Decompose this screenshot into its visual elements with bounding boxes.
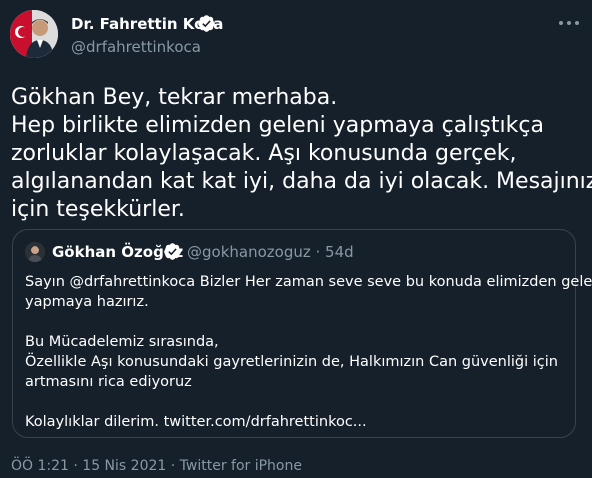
tweet-text: Gökhan Bey, tekrar merhaba. Hep birlikte…: [11, 84, 592, 224]
quote-avatar[interactable]: [25, 242, 45, 262]
more-icon-dot: [567, 21, 571, 25]
tweet-text-line: için teşekkürler.: [11, 197, 185, 222]
quote-text-line: Sayın @drfahrettinkoca Bizler Her zaman …: [25, 274, 592, 290]
quoted-tweet-card[interactable]: Gökhan Özoğuz @gokhanozoguz · 54d Sayın …: [12, 229, 592, 438]
quote-text-line: Bu Mücadelemiz sırasında,: [25, 334, 219, 350]
author-avatar[interactable]: [10, 10, 58, 58]
tweet-text-line: Hep birlikte elimizden geleni yapmaya ça…: [11, 113, 544, 138]
quote-text-line: [25, 392, 565, 412]
tweet-source[interactable]: Twitter for iPhone: [180, 458, 302, 474]
separator-dot: ·: [170, 458, 176, 474]
more-icon-dot: [575, 21, 579, 25]
quote-text-line: Kolaylıklar dilerim. twitter.com/drfahre…: [25, 414, 367, 430]
more-icon-dot: [559, 21, 563, 25]
quote-text-line: artmasını rica ediyoruz: [25, 374, 192, 390]
tweet-text-line: Gökhan Bey, tekrar merhaba.: [11, 85, 338, 110]
separator-dot: ·: [73, 458, 78, 474]
quote-text-line: [25, 312, 565, 332]
tweet-time[interactable]: ÖÖ 1:21: [11, 458, 69, 474]
tweet-date[interactable]: 15 Nis 2021: [82, 458, 166, 474]
tweet-text-line: zorluklar kolaylaşacak. Aşı konusunda ge…: [11, 141, 517, 166]
quote-author-meta[interactable]: @gokhanozoguz · 54d: [187, 243, 354, 261]
quote-text-line: yapmaya hazırız.: [25, 294, 149, 310]
quote-avatar-image: [25, 242, 45, 262]
tweet-timestamp: ÖÖ 1:21 · 15 Nis 2021 · Twitter for iPho…: [11, 458, 302, 474]
quote-text-line: Özellikle Aşı konusundaki gayretlerinizi…: [25, 354, 558, 370]
quote-text: Sayın @drfahrettinkoca Bizler Her zaman …: [25, 272, 592, 432]
tweet-text-line: algılanandan kat kat iyi, daha da iyi ol…: [11, 169, 592, 194]
verified-badge-icon: [164, 243, 181, 260]
author-handle[interactable]: @drfahrettinkoca: [71, 38, 201, 56]
more-options-button[interactable]: [556, 16, 582, 30]
verified-badge-icon: [198, 15, 215, 32]
author-avatar-image: [10, 10, 58, 58]
